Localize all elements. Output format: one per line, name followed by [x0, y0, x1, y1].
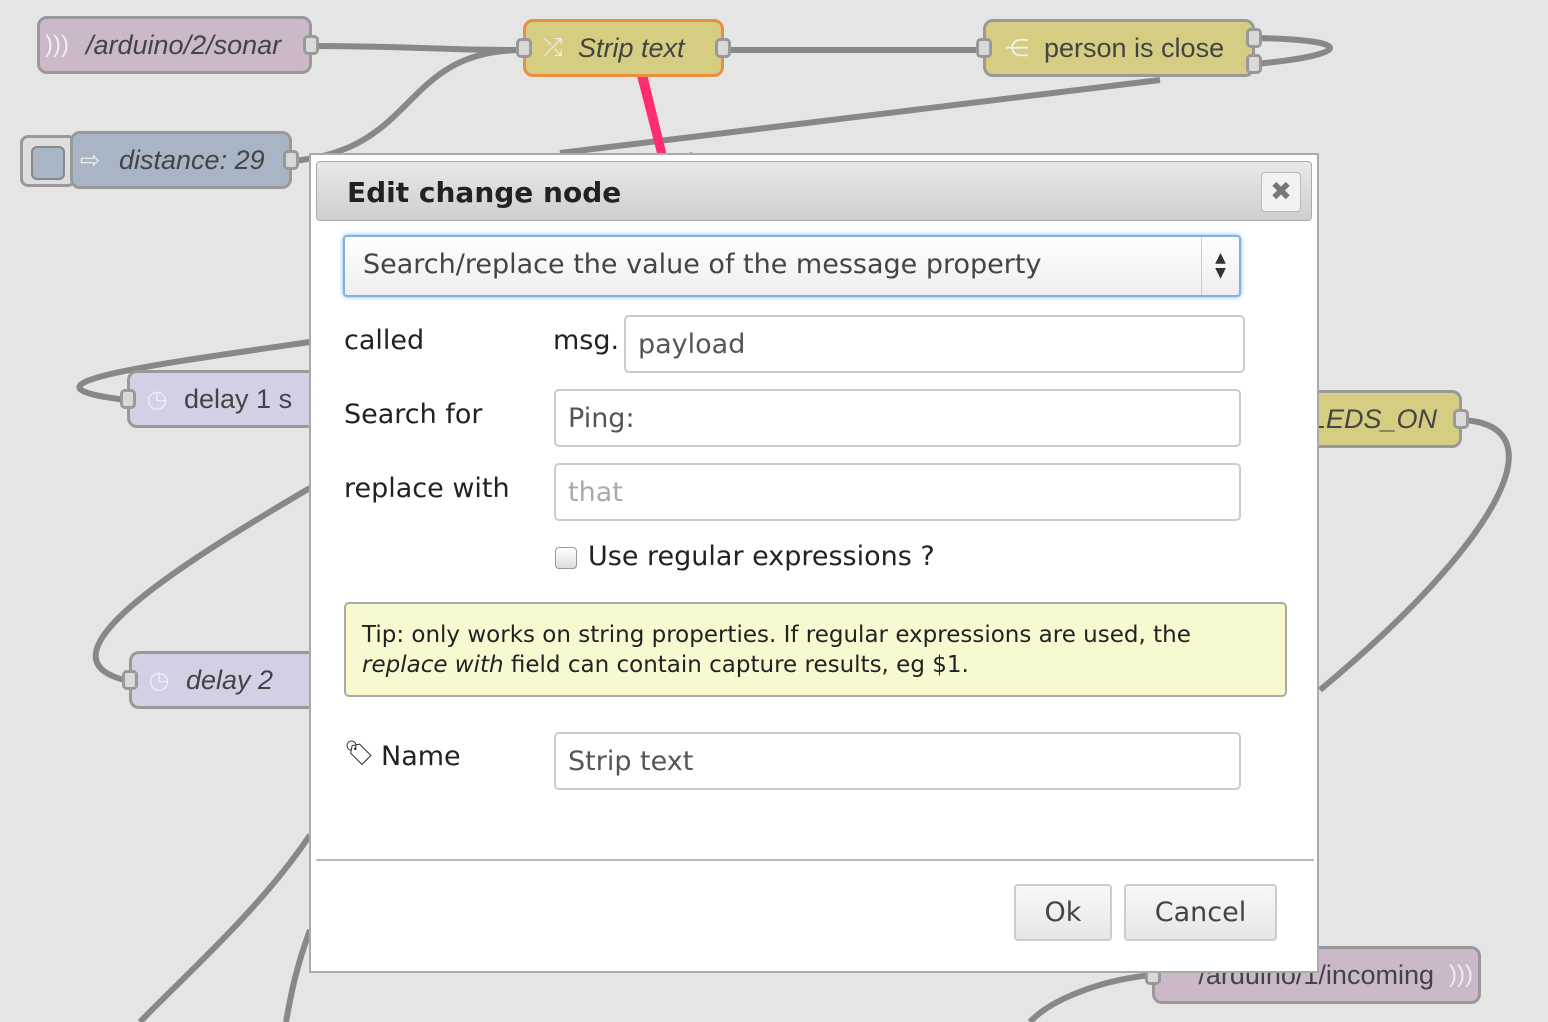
- wire: [137, 833, 313, 1022]
- output-port[interactable]: [303, 35, 319, 55]
- divider: [316, 859, 1314, 861]
- search-input[interactable]: Ping:: [554, 389, 1241, 447]
- wire: [1318, 417, 1512, 693]
- inject-button[interactable]: [20, 135, 76, 187]
- wire: [311, 43, 524, 53]
- output-port[interactable]: [283, 150, 299, 170]
- input-port[interactable]: [976, 38, 992, 58]
- ok-button[interactable]: Ok: [1014, 884, 1112, 941]
- cancel-button[interactable]: Cancel: [1124, 884, 1277, 941]
- close-icon[interactable]: ✖: [1261, 172, 1301, 212]
- wire: [1254, 35, 1333, 67]
- dialog-title: Edit change node: [347, 176, 622, 209]
- search-for-label: Search for: [344, 399, 483, 430]
- node-person-is-close[interactable]: ⋲ person is close: [976, 19, 1262, 77]
- output-port[interactable]: [1453, 409, 1469, 429]
- timer-icon: ◷: [148, 666, 170, 694]
- output-port[interactable]: [1246, 28, 1262, 48]
- name-label: Name: [381, 741, 461, 772]
- radio-waves-icon: ))): [1449, 961, 1473, 988]
- name-input[interactable]: Strip text: [554, 732, 1241, 790]
- output-port[interactable]: [715, 38, 731, 58]
- wire: [1027, 972, 1153, 1022]
- node-strip-text[interactable]: ⤮ Strip text: [516, 19, 731, 77]
- timer-icon: ◷: [146, 385, 168, 413]
- regex-checkbox[interactable]: [555, 547, 577, 569]
- property-input[interactable]: payload: [624, 315, 1245, 373]
- node-distance[interactable]: ⇨ distance: 29: [70, 131, 299, 189]
- regex-label: Use regular expressions ?: [588, 541, 935, 572]
- input-port[interactable]: [120, 389, 136, 409]
- replace-input[interactable]: that: [554, 463, 1241, 521]
- shuffle-icon: ⤮: [543, 34, 563, 61]
- edit-change-node-dialog: Edit change node ✖ Search/replace the va…: [309, 153, 1319, 973]
- input-port[interactable]: [122, 670, 138, 690]
- replace-with-label: replace with: [344, 473, 510, 504]
- inject-arrow-icon: ⇨: [79, 146, 101, 174]
- switch-icon: ⋲: [1005, 34, 1029, 62]
- called-label: called: [344, 325, 425, 356]
- node-delay-1s[interactable]: ◷ delay 1 s: [120, 370, 327, 428]
- input-port[interactable]: [516, 38, 532, 58]
- select-arrows-icon: ▲ ▼: [1201, 237, 1239, 295]
- dialog-titlebar[interactable]: Edit change node ✖: [316, 161, 1312, 221]
- node-delay-2[interactable]: ◷ delay 2: [122, 651, 329, 709]
- action-select[interactable]: Search/replace the value of the message …: [343, 235, 1241, 297]
- wire: [291, 47, 524, 164]
- tag-icon: 🏷︎: [344, 739, 375, 767]
- tip-box: Tip: only works on string properties. If…: [344, 602, 1287, 697]
- wire: [283, 928, 313, 1022]
- output-port[interactable]: [1246, 54, 1262, 74]
- radio-waves-icon: ))): [45, 31, 69, 58]
- node-sonar[interactable]: ))) /arduino/2/sonar: [37, 16, 319, 74]
- msg-prefix: msg.: [553, 325, 620, 356]
